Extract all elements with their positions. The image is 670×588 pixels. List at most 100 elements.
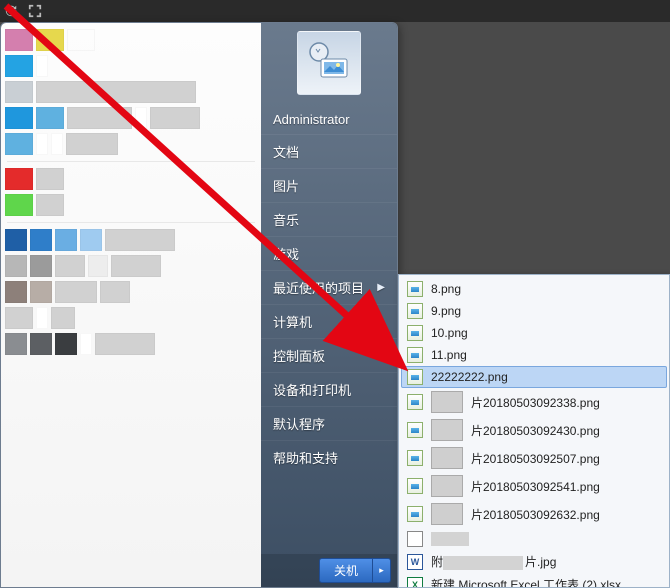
txt-file-icon [407,531,423,547]
menu-item-label: 最近使用的项目 [273,278,364,297]
color-swatch [36,194,64,216]
pinned-item-row[interactable] [5,81,257,103]
menu-item-label: 文档 [273,142,299,161]
menu-item-6[interactable]: 控制面板 [261,338,397,372]
recent-file-item[interactable]: X 新建 Microsoft Excel 工作表 (2).xlsx [401,573,667,588]
menu-item-4[interactable]: 最近使用的项目 ▶ [261,270,397,304]
color-swatch [5,133,33,155]
file-thumbnail [431,447,463,469]
image-file-icon [407,325,423,341]
fullscreen-icon[interactable] [26,2,44,20]
submenu-arrow-icon: ▶ [377,282,385,293]
color-swatch [88,255,108,277]
word-file-icon: W [407,554,423,570]
recent-file-item[interactable]: 片20180503092430.png [401,416,667,444]
color-swatch [5,307,33,329]
file-name-label: 新建 Microsoft Excel 工作表 (2).xlsx [431,576,621,588]
shutdown-options-arrow[interactable]: ▸ [373,558,391,583]
color-swatch [95,333,155,355]
start-menu-right-panel: Administrator 文档图片音乐游戏最近使用的项目 ▶ 计算机控制面板设备和打… [261,23,397,587]
recent-file-item[interactable]: 11.png [401,344,667,366]
color-swatch [55,281,97,303]
color-swatch [36,55,48,77]
file-thumbnail [431,475,463,497]
recent-file-item[interactable]: W 附片.jpg [401,550,667,573]
menu-item-label: 帮助和支持 [273,448,338,467]
image-file-icon [407,478,423,494]
file-name-label: 片20180503092338.png [471,394,600,411]
color-swatch [30,333,52,355]
file-thumbnail [431,391,463,413]
recent-file-item[interactable]: 片20180503092507.png [401,444,667,472]
color-swatch [67,29,95,51]
color-swatch [150,107,200,129]
color-swatch [36,133,48,155]
account-picture[interactable] [297,31,361,95]
color-swatch [55,255,85,277]
app-toolbar [0,0,670,22]
pinned-item-row[interactable] [5,281,257,303]
menu-item-label: 游戏 [273,244,299,263]
rotate-icon[interactable] [2,2,20,20]
image-file-icon [407,303,423,319]
image-file-icon [407,369,423,385]
pinned-item-row[interactable] [5,107,257,129]
menu-item-7[interactable]: 设备和打印机 [261,372,397,406]
menu-item-9[interactable]: 帮助和支持 [261,440,397,474]
start-menu-left-panel [1,23,261,587]
recent-file-item[interactable] [401,528,667,550]
color-swatch [5,29,33,51]
file-name-label: 11.png [431,348,467,362]
file-name-label: 片20180503092541.png [471,478,600,495]
image-file-icon [407,450,423,466]
pinned-item-row[interactable] [5,133,257,155]
color-swatch [36,307,48,329]
pinned-item-row[interactable] [5,333,257,355]
menu-item-5[interactable]: 计算机 [261,304,397,338]
color-swatch [55,229,77,251]
pinned-item-row[interactable] [5,229,257,251]
recent-file-item[interactable]: 片20180503092541.png [401,472,667,500]
file-name-label: 9.png [431,304,461,318]
recent-file-item[interactable]: 8.png [401,278,667,300]
file-name-label: 22222222.png [431,370,508,384]
file-thumbnail [431,503,463,525]
color-swatch [30,255,52,277]
menu-item-2[interactable]: 音乐 [261,202,397,236]
pinned-item-row[interactable] [5,307,257,329]
file-name-label: 10.png [431,326,468,340]
pinned-item-row[interactable] [5,55,257,77]
menu-item-3[interactable]: 游戏 [261,236,397,270]
shutdown-area: 关机 ▸ [261,554,397,587]
recent-file-item[interactable]: 片20180503092338.png [401,388,667,416]
pinned-item-row[interactable] [5,29,257,51]
recent-file-item[interactable]: 22222222.png [401,366,667,388]
file-name-label: 附片.jpg [431,553,556,570]
recent-file-item[interactable]: 10.png [401,322,667,344]
color-swatch [111,255,161,277]
shutdown-button[interactable]: 关机 [319,558,373,583]
color-swatch [100,281,130,303]
start-menu: Administrator 文档图片音乐游戏最近使用的项目 ▶ 计算机控制面板设备和打… [0,22,398,588]
menu-item-label: 设备和打印机 [273,380,351,399]
pinned-item-row[interactable] [5,194,257,216]
file-name-label [431,532,471,547]
color-swatch [36,81,196,103]
recent-file-item[interactable]: 片20180503092632.png [401,500,667,528]
pinned-item-row[interactable] [5,255,257,277]
color-swatch [5,333,27,355]
menu-item-0[interactable]: 文档 [261,134,397,168]
color-swatch [105,229,175,251]
excel-file-icon: X [407,577,423,588]
color-swatch [67,107,132,129]
recent-file-item[interactable]: 9.png [401,300,667,322]
pinned-item-row[interactable] [5,168,257,190]
menu-item-8[interactable]: 默认程序 [261,406,397,440]
menu-item-1[interactable]: 图片 [261,168,397,202]
image-file-icon [407,506,423,522]
color-swatch [66,133,118,155]
color-swatch [5,255,27,277]
color-swatch [5,55,33,77]
menu-item-user[interactable]: Administrator [261,105,397,134]
color-swatch [5,229,27,251]
